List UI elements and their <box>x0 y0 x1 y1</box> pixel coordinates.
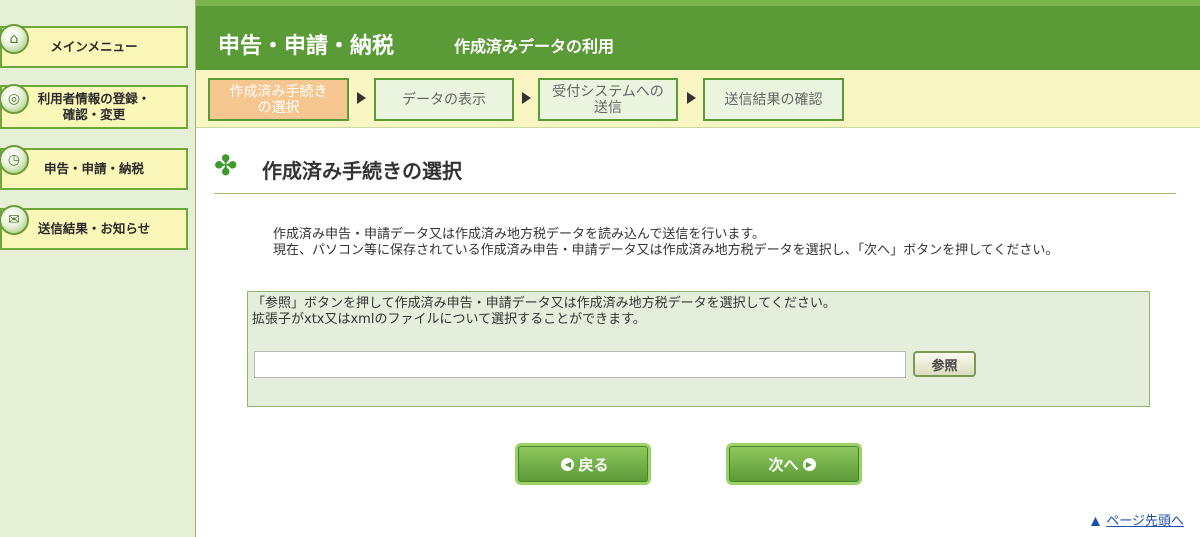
step-label-line2: 送信 <box>594 99 622 116</box>
arrow-left-icon: ◀ <box>561 457 575 471</box>
user-settings-icon: ◎ <box>0 84 29 114</box>
step-progress-bar: 作成済み手続き の選択 データの表示 受付システムへの 送信 送信結果の確認 <box>196 70 1200 128</box>
sidebar-item-label: 利用者情報の登録・ 確認・変更 <box>38 91 151 123</box>
sidebar-item-label-line2: 確認・変更 <box>62 107 126 122</box>
step-confirm-results: 送信結果の確認 <box>703 78 844 121</box>
browse-button[interactable]: 参照 <box>913 351 976 377</box>
sidebar-item-label: 送信結果・お知らせ <box>37 221 151 236</box>
step-label-line1: 受付システムへの <box>552 83 664 100</box>
step-send-to-system: 受付システムへの 送信 <box>538 78 678 121</box>
file-path-input[interactable] <box>254 351 906 378</box>
sidebar: メインメニュー ⌂ 利用者情報の登録・ 確認・変更 ◎ 申告・申請・納税 ◷ 送… <box>0 0 196 537</box>
instruction-line: 「参照」ボタンを押して作成済み申告・申請データ又は作成済み地方税データを選択して… <box>252 296 836 311</box>
arrow-up-icon: ▲ <box>1091 513 1100 527</box>
step-label-line2: の選択 <box>257 99 300 116</box>
step-arrow-icon <box>357 92 366 104</box>
step-label: 送信結果の確認 <box>724 91 823 108</box>
next-button[interactable]: 次へ ▶ <box>726 443 862 485</box>
sidebar-item-label: 申告・申請・納税 <box>43 161 144 176</box>
message-icon: ✉ <box>0 205 29 235</box>
header-subtitle: 作成済みデータの利用 <box>454 37 615 56</box>
clover-icon: ✤ <box>214 149 238 182</box>
header-title: 申告・申請・納税 <box>218 34 395 59</box>
step-select-procedure: 作成済み手続き の選択 <box>208 78 349 121</box>
page-header: 申告・申請・納税 作成済みデータの利用 <box>196 0 1200 70</box>
sidebar-item-user-info[interactable]: 利用者情報の登録・ 確認・変更 <box>0 85 188 129</box>
page-title: 作成済み手続きの選択 <box>262 159 462 183</box>
instruction-line: 拡張子がxtx又はxmlのファイルについて選択することができます。 <box>252 312 646 327</box>
step-label-line1: 作成済み手続き <box>229 83 328 100</box>
step-arrow-icon <box>522 92 531 104</box>
step-label: 受付システムへの 送信 <box>552 84 664 116</box>
step-label: データの表示 <box>402 91 486 108</box>
back-button-label: 戻る <box>578 455 609 474</box>
description: 作成済み申告・申請データ又は作成済み地方税データを読み込んで送信を行います。 現… <box>273 227 1058 259</box>
home-icon: ⌂ <box>0 24 29 54</box>
description-line: 現在、パソコン等に保存されている作成済み申告・申請データ又は作成済み地方税データ… <box>273 243 1059 258</box>
clock-icon: ◷ <box>0 145 29 175</box>
main-content: ✤ 作成済み手続きの選択 作成済み申告・申請データ又は作成済み地方税データを読み… <box>196 129 1200 537</box>
sidebar-item-label-line1: 利用者情報の登録・ <box>37 91 151 106</box>
file-select-panel: 「参照」ボタンを押して作成済み申告・申請データ又は作成済み地方税データを選択して… <box>247 291 1150 407</box>
sidebar-item-main-menu[interactable]: メインメニュー <box>0 26 188 68</box>
step-label: 作成済み手続き の選択 <box>230 84 328 116</box>
arrow-right-icon: ▶ <box>802 457 816 471</box>
back-button[interactable]: ◀ 戻る <box>515 443 651 485</box>
next-button-label: 次へ <box>768 455 799 474</box>
step-arrow-icon <box>687 92 696 104</box>
page-top-link-label: ページ先頭へ <box>1106 514 1184 529</box>
step-display-data: データの表示 <box>374 78 514 121</box>
description-line: 作成済み申告・申請データ又は作成済み地方税データを読み込んで送信を行います。 <box>273 227 766 242</box>
file-select-instructions: 「参照」ボタンを押して作成済み申告・申請データ又は作成済み地方税データを選択して… <box>252 296 836 328</box>
page-top-link[interactable]: ▲ ページ先頭へ <box>1091 510 1184 530</box>
sidebar-item-label: メインメニュー <box>50 39 138 54</box>
page-heading: ✤ 作成済み手続きの選択 <box>214 149 1176 194</box>
